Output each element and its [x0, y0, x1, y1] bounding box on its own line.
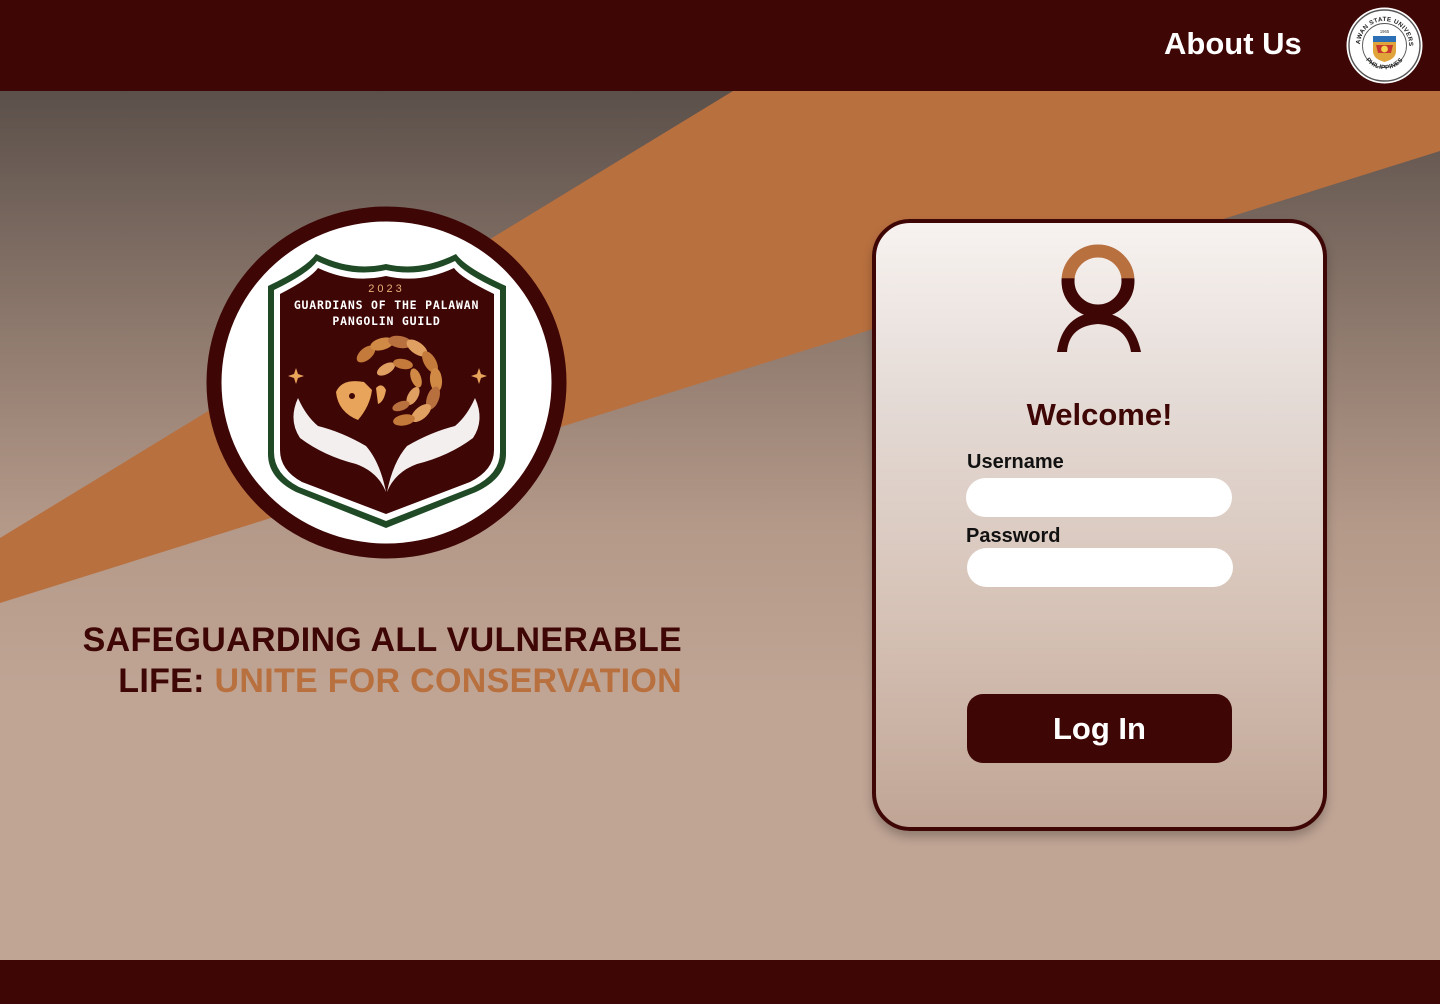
welcome-heading: Welcome!: [1026, 397, 1173, 432]
hero-tagline: SAFEGUARDING ALL VULNERABLE LIFE: UNITE …: [80, 620, 682, 702]
seal-year: 1965: [1380, 29, 1390, 34]
tagline-life: LIFE:: [118, 662, 205, 700]
tagline-line1: SAFEGUARDING ALL VULNERABLE: [82, 621, 682, 659]
username-input[interactable]: [966, 478, 1232, 517]
guardians-guild-logo: 2023 GUARDIANS OF THE PALAWAN PANGOLIN G…: [206, 206, 567, 559]
logo-year: 2023: [368, 283, 404, 295]
footer-bar: [0, 960, 1440, 1004]
logo-title-line1: GUARDIANS OF THE PALAWAN: [294, 298, 479, 312]
top-navigation-bar: About Us PALAWAN STATE UNIVERSITY PHILIP…: [0, 0, 1440, 91]
university-seal-logo[interactable]: PALAWAN STATE UNIVERSITY PHILIPPINES 196…: [1346, 7, 1423, 84]
tagline-accent: UNITE FOR CONSERVATION: [214, 662, 682, 700]
password-label: Password: [966, 525, 1061, 547]
login-button[interactable]: Log In: [967, 694, 1232, 763]
tagline-line2: LIFE: UNITE FOR CONSERVATION: [80, 661, 682, 702]
logo-title-line2: PANGOLIN GUILD: [332, 314, 440, 328]
user-avatar-icon: [1057, 244, 1141, 352]
about-us-link[interactable]: About Us: [1164, 24, 1302, 64]
password-input[interactable]: [967, 548, 1233, 587]
username-label: Username: [967, 451, 1064, 473]
